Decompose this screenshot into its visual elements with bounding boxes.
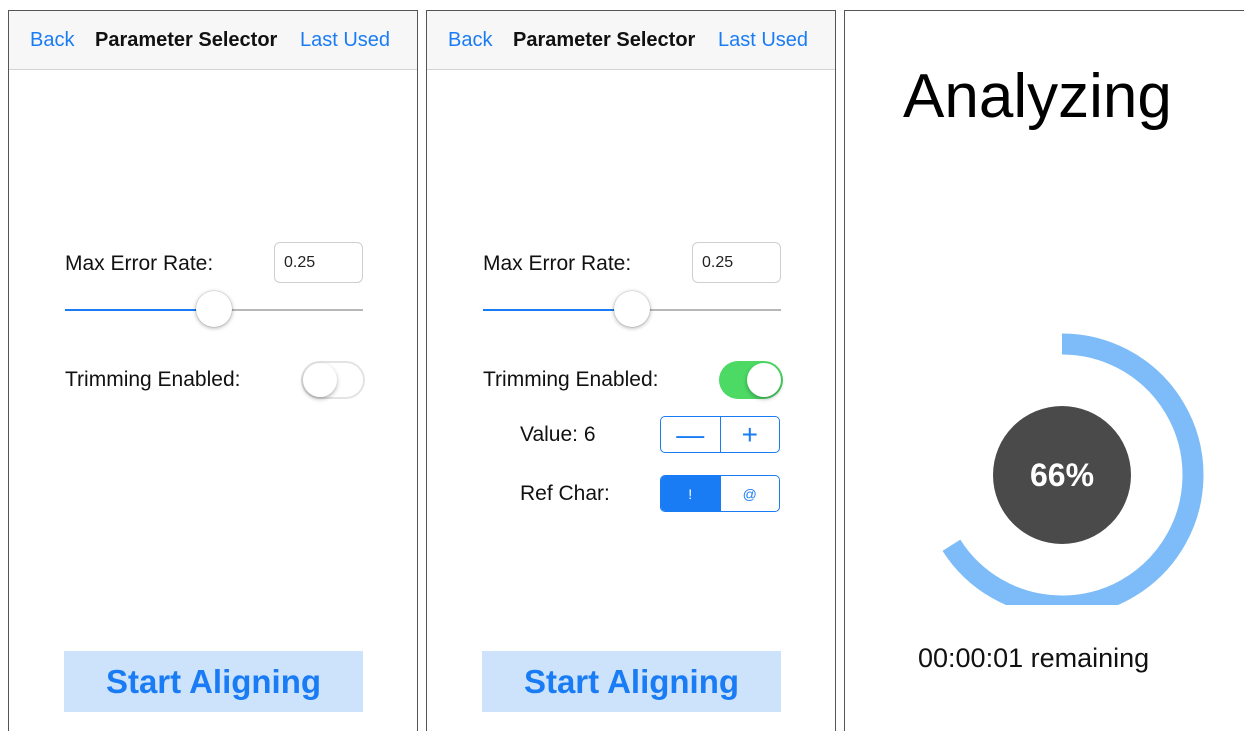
last-used-button[interactable]: Last Used xyxy=(718,29,808,52)
trimming-toggle[interactable] xyxy=(301,361,365,399)
value-label: Value: 6 xyxy=(520,423,596,446)
increment-button[interactable]: + xyxy=(719,417,780,452)
analyzing-screen: Analyzing 66% 00:00:01 remaining xyxy=(844,10,1244,731)
analyzing-title: Analyzing xyxy=(903,62,1172,131)
navigation-bar: Back Parameter Selector Last Used xyxy=(427,11,835,70)
slider-fill xyxy=(483,309,632,311)
last-used-button[interactable]: Last Used xyxy=(300,29,390,52)
max-error-rate-slider[interactable] xyxy=(65,291,363,327)
trimming-toggle[interactable] xyxy=(719,361,783,399)
time-remaining-text: 00:00:01 remaining xyxy=(918,643,1150,673)
start-aligning-button[interactable]: Start Aligning xyxy=(64,651,363,712)
max-error-rate-label: Max Error Rate: xyxy=(65,252,214,275)
parameter-selector-screen-2: Back Parameter Selector Last Used Max Er… xyxy=(426,10,836,731)
ref-char-segmented-control: ! @ xyxy=(660,475,780,512)
trimming-enabled-label: Trimming Enabled: xyxy=(483,368,659,391)
toggle-knob xyxy=(747,363,781,397)
nav-title: Parameter Selector xyxy=(513,29,696,51)
ref-char-option-at[interactable]: @ xyxy=(719,476,780,511)
trimming-enabled-label: Trimming Enabled: xyxy=(65,368,241,391)
navigation-bar: Back Parameter Selector Last Used xyxy=(9,11,417,70)
toggle-knob xyxy=(303,363,337,397)
nav-title: Parameter Selector xyxy=(95,29,278,51)
max-error-rate-slider[interactable] xyxy=(483,291,781,327)
progress-ring: 66% xyxy=(942,333,1204,605)
progress-percent-text: 66% xyxy=(1030,457,1094,493)
slider-thumb[interactable] xyxy=(196,291,232,327)
max-error-rate-field[interactable]: 0.25 xyxy=(692,242,781,283)
value-stepper: — + xyxy=(660,416,780,453)
decrement-button[interactable]: — xyxy=(661,417,720,452)
ref-char-option-exclamation[interactable]: ! xyxy=(661,476,720,511)
max-error-rate-field[interactable]: 0.25 xyxy=(274,242,363,283)
ref-char-label: Ref Char: xyxy=(520,482,610,505)
start-aligning-button[interactable]: Start Aligning xyxy=(482,651,781,712)
parameter-selector-screen-1: Back Parameter Selector Last Used Max Er… xyxy=(8,10,418,731)
slider-fill xyxy=(65,309,214,311)
back-button[interactable]: Back xyxy=(448,29,492,52)
max-error-rate-label: Max Error Rate: xyxy=(483,252,632,275)
slider-thumb[interactable] xyxy=(614,291,650,327)
back-button[interactable]: Back xyxy=(30,29,74,52)
